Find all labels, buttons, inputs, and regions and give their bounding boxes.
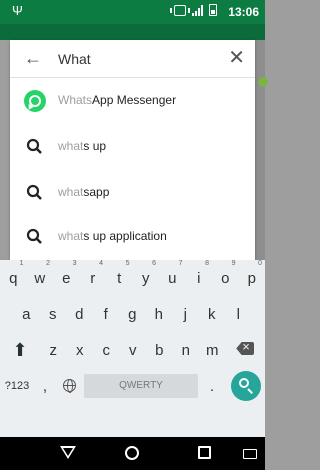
key-z[interactable]: z [40,332,67,368]
key-x[interactable]: x [67,332,94,368]
keyboard-switch-icon[interactable] [243,449,257,459]
search-go-button[interactable] [231,371,261,401]
symbols-key[interactable]: ?123 [0,368,34,404]
key-f[interactable]: f [93,296,120,332]
battery-icon [209,4,217,16]
comma-key[interactable]: , [34,368,56,404]
suggestion-item[interactable]: WhatsApp Messenger [10,78,255,124]
key-w[interactable]: 2w [27,260,54,296]
soft-keyboard: 1q 2w 3e 4r 5t 6y 7u 8i 9o 0p a s d f g … [0,260,265,437]
key-v[interactable]: v [120,332,147,368]
app-background-header [0,24,265,40]
backspace-key[interactable] [226,332,266,368]
whatsapp-icon [24,90,46,112]
suggestion-label: WhatsApp Messenger [58,93,177,107]
key-j[interactable]: j [172,296,199,332]
key-d[interactable]: d [66,296,93,332]
key-m[interactable]: m [199,332,226,368]
suggestion-item[interactable]: whats up application [10,214,255,260]
key-t[interactable]: 5t [106,260,133,296]
language-key[interactable] [56,368,82,404]
suggestion-item[interactable]: whatsapp [10,170,255,216]
key-c[interactable]: c [93,332,120,368]
key-n[interactable]: n [173,332,200,368]
backspace-icon [236,342,255,355]
keyboard-row-3: ⬆ z x c v b n m [0,332,265,368]
suggestion-label: whatsapp [58,185,110,199]
keyboard-row-1: 1q 2w 3e 4r 5t 6y 7u 8i 9o 0p [0,260,265,296]
suggestion-label: whats up application [58,229,167,243]
nav-recents-icon[interactable] [185,437,225,470]
keyboard-row-2: a s d f g h j k l [0,296,265,332]
usb-icon: Ψ [12,3,23,18]
key-u[interactable]: 7u [159,260,186,296]
search-input[interactable]: What [58,51,91,67]
key-e[interactable]: 3e [53,260,80,296]
key-o[interactable]: 9o [212,260,239,296]
key-l[interactable]: l [225,296,252,332]
status-icons [170,4,217,16]
key-h[interactable]: h [146,296,173,332]
status-time: 13:06 [228,5,259,19]
app-background [255,40,268,260]
suggestion-item[interactable]: whats up [10,124,255,170]
key-a[interactable]: a [13,296,40,332]
key-q[interactable]: 1q [0,260,27,296]
vibrate-icon [170,4,190,16]
navigation-bar [0,437,265,470]
search-icon [26,228,42,244]
key-s[interactable]: s [40,296,67,332]
search-icon [26,184,42,200]
close-icon[interactable]: ✕ [228,46,245,70]
key-k[interactable]: k [199,296,226,332]
nav-back-icon[interactable] [48,437,88,470]
key-i[interactable]: 8i [186,260,213,296]
key-b[interactable]: b [146,332,173,368]
shift-icon[interactable]: ⬆ [0,332,40,368]
keyboard-row-4: ?123 , QWERTY . [0,368,265,404]
search-icon [26,138,42,154]
period-key[interactable]: . [200,368,224,404]
key-g[interactable]: g [119,296,146,332]
signal-icon [192,4,203,16]
globe-icon [62,379,76,393]
suggestion-label: whats up [58,139,107,153]
search-panel: ← What ✕ WhatsApp Messenger whats up wha… [10,40,255,260]
key-y[interactable]: 6y [133,260,160,296]
space-key[interactable]: QWERTY [84,374,198,398]
status-bar: Ψ 13:06 [0,0,265,24]
key-r[interactable]: 4r [80,260,107,296]
key-p[interactable]: 0p [239,260,266,296]
fab-peek [258,77,268,87]
arrow-left-icon[interactable]: ← [24,48,42,68]
nav-home-icon[interactable] [113,437,153,470]
search-bar: ← What ✕ [10,40,255,78]
